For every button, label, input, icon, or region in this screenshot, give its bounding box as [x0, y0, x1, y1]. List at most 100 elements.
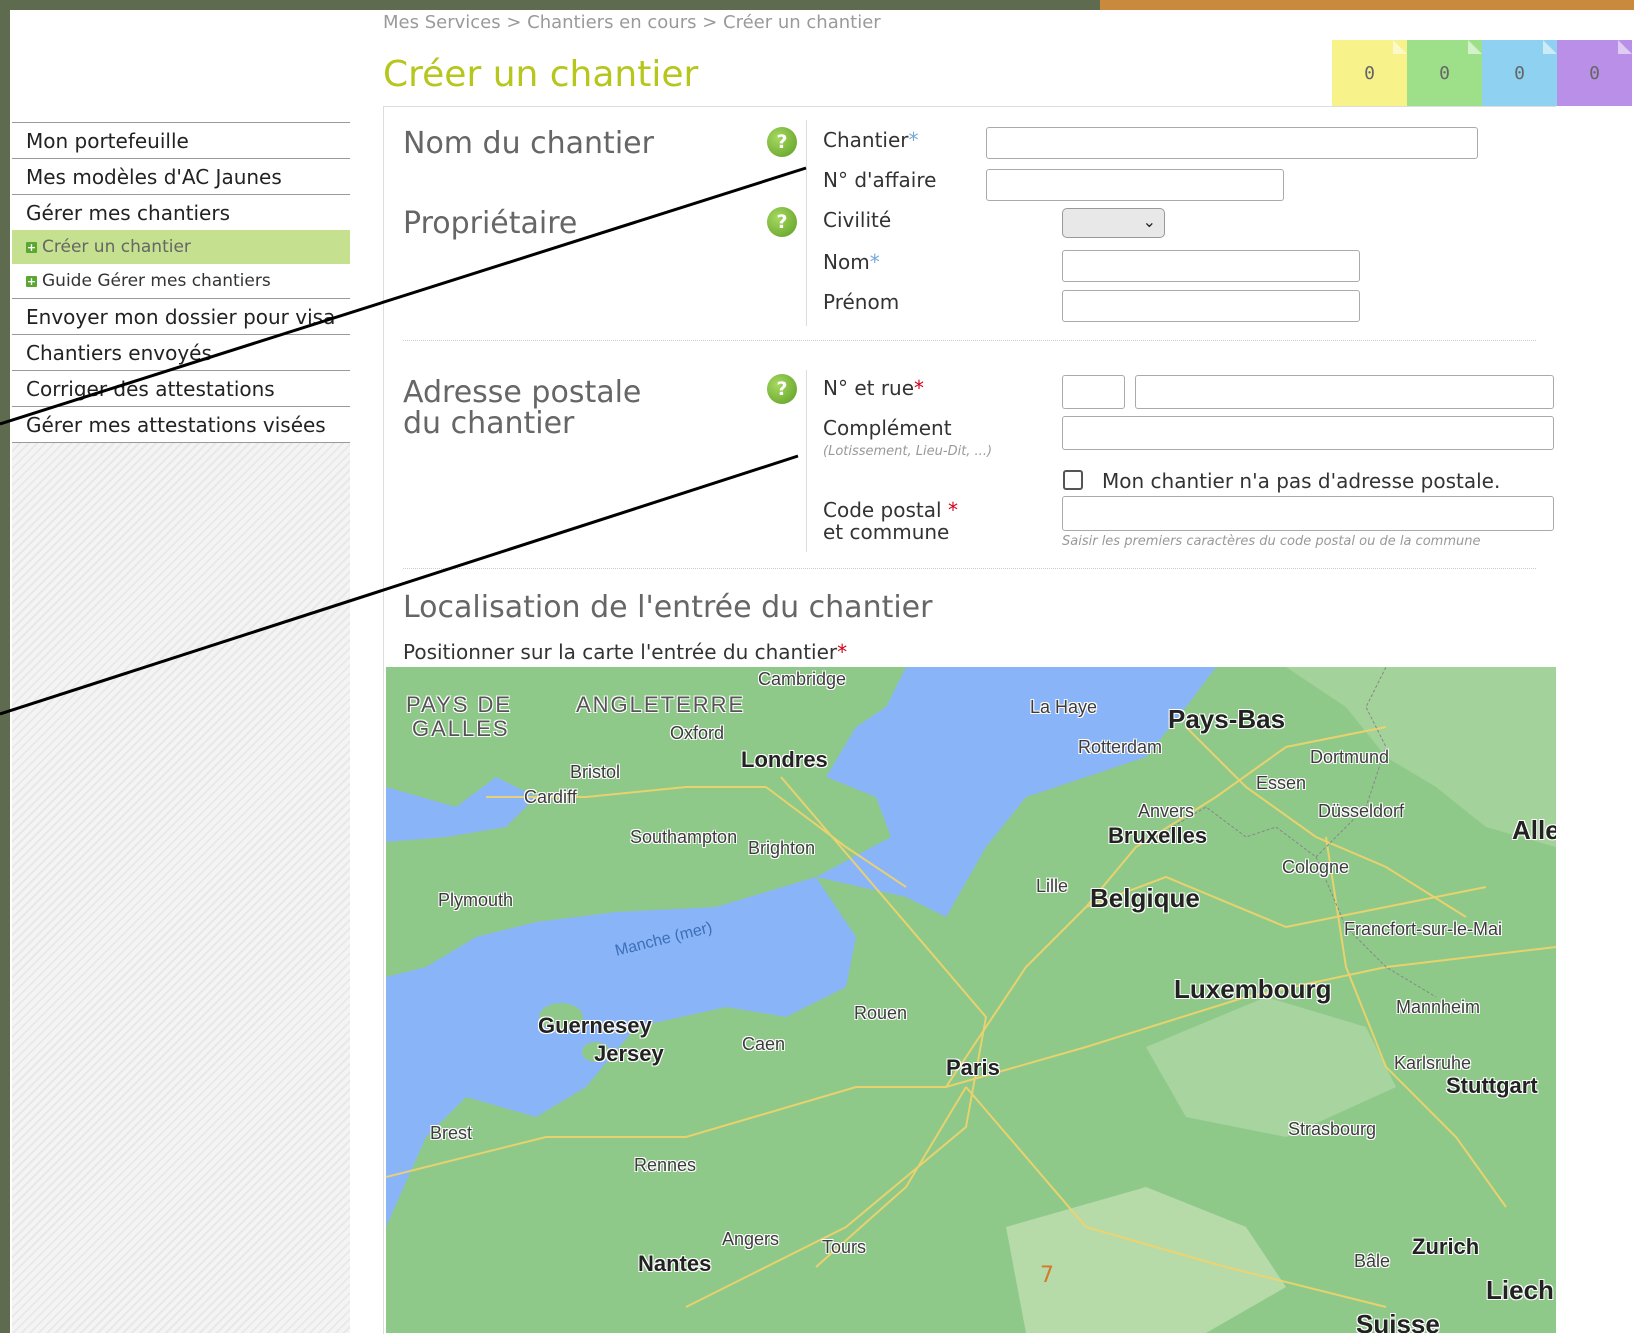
- help-icon[interactable]: ?: [767, 374, 797, 404]
- map-label-city: Bristol: [570, 762, 621, 782]
- map-label-capital: Guernesey: [538, 1013, 652, 1038]
- map-label-city: Oxford: [670, 723, 725, 743]
- map-label-capital: Stuttgart: [1446, 1073, 1538, 1098]
- map-label-capital: Paris: [946, 1055, 1000, 1080]
- map-label-country: Luxembourg: [1174, 974, 1332, 1004]
- affaire-input[interactable]: [986, 169, 1284, 201]
- counter-yellow[interactable]: 0: [1332, 40, 1407, 106]
- map-label-city: Dortmund: [1310, 747, 1390, 767]
- no-address-checkbox[interactable]: [1063, 470, 1083, 490]
- map-label-country: Pays-Bas: [1168, 704, 1286, 734]
- help-icon[interactable]: ?: [767, 207, 797, 237]
- counter-green[interactable]: 0: [1407, 40, 1482, 106]
- heading-localisation: Localisation de l'entrée du chantier: [403, 590, 933, 625]
- map-label-capital: Jersey: [594, 1041, 664, 1066]
- sidebar-subitem-guide[interactable]: + Guide Gérer mes chantiers: [12, 264, 350, 299]
- map-label-city: Caen: [742, 1034, 786, 1054]
- breadcrumb[interactable]: Mes Services > Chantiers en cours > Crée…: [383, 12, 881, 33]
- map-label-city: Tours: [822, 1237, 867, 1257]
- sidebar-subitem-label: Créer un chantier: [42, 237, 191, 257]
- sidebar-item-corriger-attestations[interactable]: Corriger des attestations: [12, 371, 350, 407]
- sidebar-item-modeles-ac[interactable]: Mes modèles d'AC Jaunes: [12, 159, 350, 195]
- complement-hint: (Lotissement, Lieu-Dit, ...): [823, 444, 993, 459]
- status-counters: 0 0 0 0: [1332, 40, 1632, 106]
- map-label-city: Angers: [722, 1229, 780, 1249]
- sidebar-item-envoyer-dossier[interactable]: Envoyer mon dossier pour visa: [12, 299, 350, 335]
- map-label-capital: Zurich: [1412, 1234, 1480, 1259]
- map-label-region: PAYS DE: [406, 692, 513, 717]
- nom-input[interactable]: [1062, 250, 1360, 282]
- sidebar-subitem-label: Guide Gérer mes chantiers: [42, 271, 271, 291]
- map-label-city: Cardiff: [524, 787, 577, 807]
- map-label-city: Rotterdam: [1078, 737, 1163, 757]
- sidebar-subitem-creer-chantier[interactable]: + Créer un chantier: [12, 230, 350, 264]
- column-divider: [806, 370, 807, 552]
- label-text: N° et rue: [823, 376, 915, 400]
- map-label-city: Mannheim: [1396, 997, 1481, 1017]
- street-number-input[interactable]: [1062, 375, 1125, 409]
- label-text: Chantier: [823, 128, 909, 152]
- window-frame-top: [0, 0, 1634, 10]
- map-label-capital: Londres: [741, 747, 828, 772]
- label-complement: Complément: [823, 416, 952, 440]
- heading-adresse-l1: Adresse postale: [403, 375, 642, 410]
- map-label-city: Karlsruhe: [1394, 1053, 1472, 1073]
- counter-blue[interactable]: 0: [1482, 40, 1557, 106]
- frame-accent: [1100, 0, 1634, 10]
- help-icon[interactable]: ?: [767, 127, 797, 157]
- sidebar-item-portefeuille[interactable]: Mon portefeuille: [12, 123, 350, 159]
- map-label-country: Belgique: [1090, 883, 1200, 913]
- label-nom: Nom*: [823, 250, 880, 274]
- prenom-input[interactable]: [1062, 290, 1360, 322]
- label-text: Nom: [823, 250, 870, 274]
- complement-input[interactable]: [1062, 416, 1554, 450]
- page-number: 7: [1040, 1263, 1054, 1288]
- no-address-label[interactable]: Mon chantier n'a pas d'adresse postale.: [1102, 469, 1500, 493]
- label-rue: N° et rue*: [823, 376, 924, 400]
- map-label-capital: Bruxelles: [1108, 823, 1208, 848]
- plus-icon: +: [26, 274, 37, 288]
- label-prenom: Prénom: [823, 290, 900, 314]
- map-label-city: Brighton: [748, 838, 816, 858]
- column-divider: [806, 120, 807, 326]
- required-marker: *: [914, 376, 925, 400]
- map-label-country: Liech: [1486, 1275, 1554, 1305]
- page-title: Créer un chantier: [383, 54, 699, 95]
- map-label-city: La Haye: [1030, 697, 1098, 717]
- chantier-input[interactable]: [986, 127, 1478, 159]
- map-label-country: Alle: [1512, 815, 1556, 845]
- map-label-city: Plymouth: [438, 890, 514, 910]
- postal-code-input[interactable]: [1062, 496, 1554, 531]
- sidebar-item-chantiers-envoyes[interactable]: Chantiers envoyés: [12, 335, 350, 371]
- postal-code-hint: Saisir les premiers caractères du code p…: [1062, 534, 1481, 549]
- map-label-city: Rennes: [634, 1155, 697, 1175]
- civilite-select[interactable]: ⌄: [1062, 208, 1165, 238]
- label-text: Code postal: [823, 498, 942, 522]
- map-label-city: Essen: [1256, 773, 1307, 793]
- location-map[interactable]: PAYS DE GALLES ANGLETERRE Manche (mer) P…: [386, 667, 1556, 1333]
- map-label-city: Lille: [1036, 876, 1069, 896]
- heading-proprietaire: Propriétaire: [403, 206, 578, 241]
- map-label-capital: Nantes: [638, 1251, 712, 1276]
- street-name-input[interactable]: [1135, 375, 1554, 409]
- heading-adresse-l2: du chantier: [403, 406, 575, 441]
- counter-purple[interactable]: 0: [1557, 40, 1632, 106]
- map-label-city: Cologne: [1282, 857, 1350, 877]
- sidebar-menu: Mon portefeuille Mes modèles d'AC Jaunes…: [12, 122, 350, 443]
- required-marker: *: [908, 128, 919, 152]
- plus-icon: +: [26, 240, 37, 254]
- required-marker: *: [869, 250, 880, 274]
- label-code-postal: Code postal *: [823, 498, 958, 522]
- sidebar-item-attestations-visees[interactable]: Gérer mes attestations visées: [12, 407, 350, 443]
- map-label-city: Cambridge: [758, 669, 847, 689]
- sidebar: Mon portefeuille Mes modèles d'AC Jaunes…: [12, 122, 350, 1333]
- map-instruction: Positionner sur la carte l'entrée du cha…: [403, 640, 847, 664]
- sidebar-item-gerer-chantiers[interactable]: Gérer mes chantiers: [12, 195, 350, 230]
- label-civilite: Civilité: [823, 208, 892, 232]
- map-label-city: Strasbourg: [1288, 1119, 1377, 1139]
- map-label-city: Anvers: [1138, 801, 1195, 821]
- window-frame-left: [0, 0, 10, 1333]
- map-label-city: Francfort-sur-le-Mai: [1344, 919, 1503, 939]
- map-label-city: Rouen: [854, 1003, 908, 1023]
- map-label-region: ANGLETERRE: [576, 692, 746, 717]
